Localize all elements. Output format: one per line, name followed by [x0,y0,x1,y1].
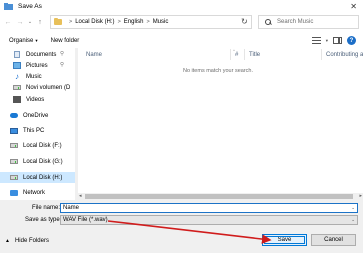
this-pc-icon [10,127,18,134]
refresh-icon[interactable]: ↻ [241,17,248,26]
column-header-contributing-artists[interactable]: Contributing a [326,48,363,61]
sidebar-item-label: Novi volumen (D [26,84,71,91]
address-bar[interactable]: > Local Disk (H:) > English > Music ⌄ [50,15,252,29]
new-folder-button[interactable]: New folder [51,38,80,44]
breadcrumb-separator: > [117,19,121,25]
sidebar-item-local-disk-h[interactable]: Local Disk (H:) [0,172,75,183]
sidebar-item-label: Local Disk (H:) [23,174,63,181]
sidebar-item-label: Network [23,189,46,196]
close-icon[interactable]: ✕ [350,2,357,11]
breadcrumb-english[interactable]: English [124,19,144,25]
save-type-select[interactable]: WAV File (*.wav) ⌄ [60,215,358,225]
command-bar: Organise ▾ New folder ▾ ? [0,34,363,48]
organise-label: Organise [9,38,34,44]
pin-icon: ⚲ [60,62,65,68]
scroll-left-icon[interactable]: ◂ [79,193,82,199]
hide-folders-button[interactable]: ▲ Hide Folders [5,238,49,244]
chevron-down-icon: ⌄ [351,217,355,222]
sidebar-item-label: This PC [23,127,45,134]
sidebar-item-novi-volumen[interactable]: Novi volumen (D [13,82,70,93]
sidebar-item-documents[interactable]: Documents [13,49,56,60]
breadcrumb-local-disk-h[interactable]: Local Disk (H:) [75,19,114,25]
sidebar-item-label: Local Disk (F:) [23,142,62,149]
folder-icon [54,17,62,25]
view-controls: ▾ ? [311,36,356,45]
cancel-button[interactable]: Cancel [311,234,356,246]
save-type-label: Save as type: [25,217,62,223]
horizontal-scrollbar[interactable]: ◂ ▸ [78,193,363,200]
sidebar-item-label: Local Disk (G:) [23,158,63,165]
scroll-right-icon[interactable]: ▸ [359,193,362,199]
sidebar-item-music[interactable]: ♪ Music [13,71,42,82]
pin-icon: ⚲ [60,51,65,57]
column-header-number[interactable]: # [235,48,238,61]
videos-icon [13,96,21,103]
breadcrumb-music[interactable]: Music [153,19,169,25]
sidebar-item-local-disk-g[interactable]: Local Disk (G:) [10,156,63,167]
window-title: Save As [18,3,42,10]
music-icon: ♪ [15,72,19,81]
sidebar-item-label: Pictures [26,62,48,69]
drive-icon [10,143,18,148]
chevron-down-icon[interactable]: ⌄ [351,205,355,211]
file-list: ^ Name # Title Contributing a No items m… [78,48,363,200]
save-as-icon [4,3,13,10]
sidebar-item-pictures[interactable]: Pictures [13,60,48,71]
scrollbar-thumb[interactable] [85,194,353,199]
breadcrumb-separator: > [69,19,73,25]
view-dropdown-icon[interactable]: ▾ [326,38,328,44]
drive-icon [10,159,18,164]
save-type-value: WAV File (*.wav) [63,217,108,223]
sidebar-item-videos[interactable]: Videos [13,94,44,105]
sidebar-item-label: OneDrive [23,112,49,119]
save-button[interactable]: Save [262,234,307,246]
search-placeholder: Search Music [277,19,314,25]
pictures-icon [13,62,21,69]
hide-folders-label: Hide Folders [14,238,49,244]
sidebar-item-label: Videos [26,96,45,103]
column-header-name[interactable]: Name [86,48,102,61]
file-name-input[interactable]: Name ⌄ [60,203,358,213]
preview-pane-icon[interactable] [333,37,342,44]
help-icon[interactable]: ? [347,36,356,45]
navigation-bar: ← → ⌄ ↑ > Local Disk (H:) > English > Mu… [0,14,363,30]
search-box[interactable]: Search Music [258,15,359,29]
documents-icon [14,51,20,58]
file-name-label: File name: [32,205,61,211]
recent-locations-dropdown[interactable]: ⌄ [26,15,34,29]
view-list-icon[interactable] [311,37,321,44]
navigation-pane: Documents ⚲ Pictures ⚲ ♪ Music Novi volu… [0,48,75,200]
save-form: File name: Name ⌄ Save as type: WAV File… [0,200,363,253]
column-divider[interactable] [244,49,245,60]
title-bar: Save As ✕ [0,0,363,13]
sidebar-item-label: Documents [26,51,57,58]
search-icon [265,18,272,26]
chevron-down-icon: ▾ [35,38,38,43]
breadcrumb-separator: > [146,19,150,25]
sidebar-item-local-disk-f[interactable]: Local Disk (F:) [10,140,62,151]
caret-up-icon: ▲ [5,238,10,244]
empty-message: No items match your search. [183,68,253,74]
column-header-title[interactable]: Title [249,48,260,61]
onedrive-icon [10,113,18,118]
sidebar-item-onedrive[interactable]: OneDrive [10,110,48,121]
sidebar-item-network[interactable]: Network [10,187,45,198]
column-divider[interactable] [230,49,231,60]
drive-icon [13,85,21,90]
up-button[interactable]: ↑ [34,15,46,29]
organise-button[interactable]: Organise ▾ [9,38,38,44]
drive-icon [10,175,18,180]
forward-button[interactable]: → [14,15,26,29]
sidebar-item-this-pc[interactable]: This PC [10,125,44,136]
back-button[interactable]: ← [2,15,14,29]
sidebar-item-label: Music [26,73,42,80]
network-icon [10,189,18,196]
file-name-value: Name [63,205,80,211]
column-divider[interactable] [321,49,322,60]
